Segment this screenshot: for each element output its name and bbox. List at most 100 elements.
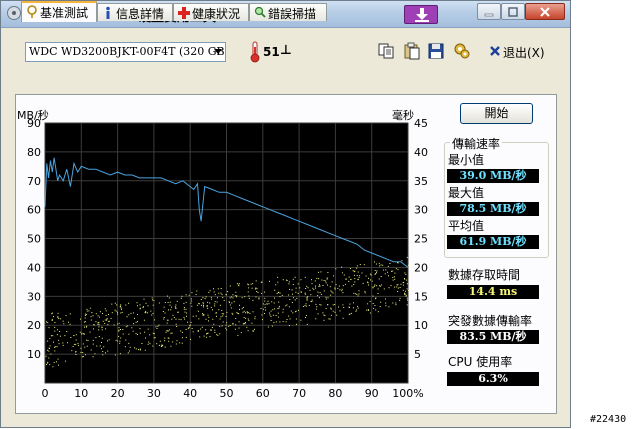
access-time-point — [290, 310, 292, 312]
access-time-point — [374, 285, 376, 287]
access-time-point — [206, 336, 208, 338]
access-time-point — [219, 304, 221, 306]
close-button[interactable] — [525, 3, 565, 20]
close-icon — [540, 6, 550, 17]
access-time-point — [300, 279, 302, 281]
minimize-button[interactable] — [477, 3, 501, 20]
access-time-point — [397, 262, 399, 264]
exit-x-icon[interactable] — [489, 45, 501, 57]
access-time-point — [181, 342, 183, 344]
access-time-point — [239, 304, 240, 306]
access-time-point — [147, 312, 149, 314]
access-time-point — [221, 293, 223, 295]
access-time-point — [223, 299, 225, 301]
access-time-point — [147, 305, 149, 307]
access-time-point — [331, 291, 333, 293]
maximize-button[interactable] — [501, 3, 525, 20]
access-time-point — [208, 291, 210, 293]
thermometer-icon — [250, 41, 260, 63]
drive-select[interactable]: WDC WD3200BJKT-00F4T (320 GB — [25, 42, 226, 62]
access-time-point — [108, 339, 110, 341]
access-time-point — [107, 350, 109, 352]
access-time-point — [209, 329, 211, 331]
access-time-point — [317, 295, 319, 297]
access-time-point — [321, 279, 323, 281]
access-time-point — [200, 328, 202, 330]
copy-screenshot-button[interactable] — [403, 42, 423, 62]
access-time-point — [167, 330, 169, 332]
save-button[interactable] — [427, 42, 447, 62]
access-time-point — [188, 294, 190, 296]
access-time-point — [302, 306, 304, 307]
tab-health[interactable]: 健康狀況 — [173, 3, 249, 21]
access-time-point — [90, 316, 92, 318]
access-time-point — [214, 303, 216, 305]
x-tick: 90 — [365, 387, 379, 398]
access-time-point — [222, 321, 224, 323]
access-time-point — [261, 292, 263, 294]
access-time-point — [252, 330, 254, 332]
access-time-point — [286, 279, 287, 281]
access-time-point — [160, 344, 162, 346]
access-time-point — [48, 357, 50, 359]
access-time-point — [380, 264, 382, 266]
access-time-point — [342, 285, 344, 287]
access-time-point — [176, 340, 178, 342]
access-time-point — [381, 284, 383, 286]
access-time-point — [62, 344, 64, 346]
tab-benchmark[interactable]: 基准測試 — [21, 1, 97, 22]
access-time-point — [297, 292, 299, 294]
access-time-point — [334, 311, 336, 313]
access-time-point — [377, 288, 379, 290]
access-time-point — [207, 332, 209, 334]
tab-error-scan[interactable]: 錯誤掃描 — [249, 3, 327, 21]
access-time-point — [225, 316, 227, 317]
download-button[interactable] — [404, 5, 438, 24]
access-time-point — [162, 311, 164, 312]
access-time-point — [125, 339, 127, 341]
access-time-point — [405, 293, 407, 295]
tab-info[interactable]: 信息詳情 — [97, 3, 173, 21]
access-time-point — [404, 272, 406, 274]
copy-info-button[interactable] — [377, 42, 397, 62]
access-time-point — [334, 304, 336, 305]
y-right-tick: 30 — [414, 204, 428, 217]
access-time-point — [332, 304, 334, 306]
access-time-point — [402, 284, 404, 286]
scan-magnifier-icon — [254, 6, 266, 18]
y-left-tick: 40 — [27, 261, 41, 274]
access-time-point — [132, 330, 134, 332]
access-time-point — [238, 327, 240, 329]
access-time-point — [380, 301, 382, 303]
exit-button[interactable]: 退出(X) — [503, 44, 545, 61]
access-time-point — [176, 326, 178, 327]
access-time-point — [73, 335, 75, 337]
access-time-point — [145, 302, 147, 304]
access-time-point — [378, 262, 380, 264]
access-time-point — [246, 311, 248, 313]
access-time-point — [249, 312, 251, 314]
access-time-point — [399, 287, 401, 288]
access-time-point — [84, 333, 85, 335]
access-time-point — [170, 332, 172, 334]
access-time-point — [332, 310, 334, 312]
access-time-point — [101, 348, 102, 350]
chevron-down-icon[interactable] — [214, 49, 222, 54]
access-time-point — [183, 302, 185, 304]
access-time-point — [314, 280, 316, 282]
access-time-point — [80, 318, 81, 320]
options-button[interactable] — [453, 42, 473, 62]
access-time-point — [315, 285, 316, 287]
access-time-point — [105, 314, 107, 316]
access-time-point — [356, 309, 358, 311]
access-time-point — [141, 343, 143, 344]
start-button[interactable]: 開始 — [460, 103, 533, 124]
access-time-point — [51, 320, 53, 321]
access-time-point — [75, 351, 76, 353]
access-time-point — [111, 312, 113, 314]
access-time-point — [269, 280, 270, 282]
access-time-point — [264, 300, 266, 302]
access-time-point — [64, 335, 66, 337]
access-time-point — [191, 300, 193, 302]
access-time-point — [212, 318, 214, 320]
